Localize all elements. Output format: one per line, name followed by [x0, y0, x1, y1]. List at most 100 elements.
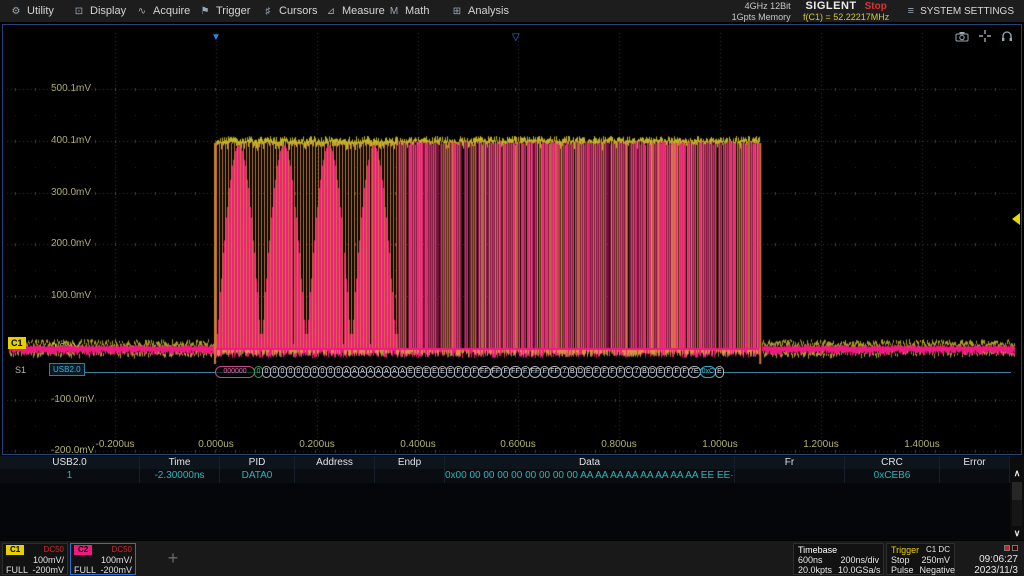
- timebase-title: Timebase: [798, 545, 837, 555]
- menu-item-math[interactable]: M Math: [388, 5, 451, 17]
- trigger-slope: Negative: [920, 565, 956, 575]
- clock-block: 09:06:27 2023/11/3: [957, 543, 1021, 575]
- menu-item-acquire[interactable]: ∿ Acquire: [136, 5, 199, 17]
- decode-protocol-tag[interactable]: USB2.0: [49, 363, 85, 376]
- waveform-display[interactable]: 500.1mV400.1mV300.0mV200.0mV100.0mV0.0mV…: [2, 24, 1022, 455]
- channel-id-badge: C2: [74, 545, 92, 555]
- menu-item-utility[interactable]: ⚙ Utility: [10, 5, 73, 17]
- scroll-down-button[interactable]: ∨: [1010, 526, 1024, 540]
- brand-logo: SIGLENT: [805, 1, 856, 12]
- scrollbar-thumb[interactable]: [1012, 482, 1022, 500]
- table-cell: [940, 469, 1010, 483]
- menu-item-label: Utility: [27, 5, 54, 17]
- trigger-status: Stop: [891, 555, 910, 565]
- settings-list-icon: ≡: [908, 5, 914, 17]
- table-header-cell: CRC: [845, 456, 940, 469]
- menu-item-label: Cursors: [279, 5, 318, 17]
- delay-marker[interactable]: ▽: [512, 33, 520, 43]
- trigger-icon: ⚑: [199, 6, 211, 17]
- trigger-level-arrow[interactable]: [1012, 213, 1020, 225]
- channel-bandwidth: FULL: [74, 565, 96, 575]
- timebase-samplerate: 10.0GSa/s: [838, 565, 881, 575]
- table-cell: -2.30000ns: [140, 469, 220, 483]
- menu-item-label: Acquire: [153, 5, 190, 17]
- header-right: 4GHz 12Bit 1Gpts Memory SIGLENT Stop f(C…: [732, 0, 1024, 22]
- channel-offset: -200mV: [100, 565, 132, 575]
- channel-coupling: DC50: [112, 545, 132, 555]
- run-state-badge[interactable]: Stop: [865, 1, 887, 12]
- table-header-cell: Address: [295, 456, 375, 469]
- table-header-cell: PID: [220, 456, 295, 469]
- menu-item-display[interactable]: ⊡Display: [73, 5, 136, 17]
- math-icon: M: [388, 6, 400, 17]
- table-cell: 0xCEB6: [845, 469, 940, 483]
- menu-item-label: Trigger: [216, 5, 250, 17]
- table-scrollbar[interactable]: ∧ ∨: [1010, 456, 1024, 540]
- camera-icon[interactable]: [955, 31, 969, 42]
- plot-toolbar: [955, 30, 1013, 42]
- crosshair-icon[interactable]: [979, 30, 991, 42]
- clock-time: 09:06:27: [957, 554, 1018, 565]
- menu-item-label: Measure: [342, 5, 385, 17]
- scrollbar-track[interactable]: [1012, 482, 1022, 526]
- spec-memory: 1Gpts Memory: [732, 12, 791, 23]
- oscilloscope-screen: ⚙ Utility ⊡Display∿ Acquire ⚑ Trigger ♯ Cursors…: [0, 0, 1024, 576]
- table-row[interactable]: 1-2.30000nsDATA0 0x00 00 00 00 00 00 00 0…: [0, 469, 1010, 483]
- menu-items: ⚙ Utility ⊡Display∿ Acquire ⚑ Trigger ♯ Cursors…: [0, 5, 514, 17]
- network-status-icon[interactable]: [1002, 543, 1018, 551]
- timebase-box[interactable]: Timebase 600ns 200ns/div 20.0kpts 10.0GS…: [793, 543, 884, 575]
- table-header-cell: Error: [940, 456, 1010, 469]
- trigger-position-marker[interactable]: ▼: [211, 33, 221, 43]
- decode-bubbles-row: 00000000000000000AAAAAAAAEEEEEEFFFFFFFFF…: [216, 366, 724, 378]
- status-bar: C1DC50100mV/FULL-200mVC2DC50100mV/FULL-2…: [0, 540, 1024, 576]
- headphone-icon[interactable]: [1001, 30, 1013, 42]
- table-cell: [735, 469, 845, 483]
- spec-bandwidth: 4GHz 12Bit: [732, 1, 791, 12]
- acquire-icon: ∿: [136, 6, 148, 17]
- table-cell: [295, 469, 375, 483]
- serial-decode-label: S1: [15, 365, 26, 375]
- scroll-up-button[interactable]: ∧: [1010, 466, 1024, 480]
- timebase-delay: 600ns: [798, 555, 823, 565]
- table-header-cell: Endp: [375, 456, 445, 469]
- decode-bubble: FF: [548, 366, 561, 378]
- timebase-scale: 200ns/div: [840, 555, 879, 565]
- channel-offset: -200mV: [32, 565, 64, 575]
- system-settings-label: SYSTEM SETTINGS: [920, 6, 1014, 17]
- channel-id-badge: C1: [6, 545, 24, 555]
- menu-item-label: Analysis: [468, 5, 509, 17]
- measure-icon: ⊿: [325, 6, 337, 17]
- table-header-row: USB2.0TimePIDAddressEndpDataFrCRCError: [0, 456, 1010, 469]
- display-icon: ⊡: [73, 6, 85, 17]
- channel1-offset-badge[interactable]: C1: [8, 337, 26, 349]
- table-header-cell: Time: [140, 456, 220, 469]
- menu-item-cursors[interactable]: ♯ Cursors: [262, 5, 325, 17]
- table-header-cell: USB2.0: [0, 456, 140, 469]
- table-cell: 1: [0, 469, 140, 483]
- trigger-level: 250mV: [921, 555, 950, 565]
- cursors-icon: ♯: [262, 6, 274, 17]
- menu-item-label: Math: [405, 5, 429, 17]
- menu-item-trigger[interactable]: ⚑ Trigger: [199, 5, 262, 17]
- brand-block: SIGLENT Stop f(C1) = 52.22217MHz: [799, 0, 894, 22]
- decode-bubble: 7E: [688, 366, 701, 378]
- decode-bubble: 000000: [215, 366, 255, 378]
- table-cell: DATA0: [220, 469, 295, 483]
- frequency-counter: f(C1) = 52.22217MHz: [799, 12, 894, 23]
- channel-coupling: DC50: [44, 545, 64, 555]
- trigger-box[interactable]: Trigger C1 DC Stop 250mV Pulse Negative: [886, 543, 955, 575]
- decode-result-table[interactable]: USB2.0TimePIDAddressEndpDataFrCRCError1-…: [0, 456, 1010, 540]
- table-cell: 0x00 00 00 00 00 00 00 00 00 AA AA AA AA…: [445, 469, 735, 483]
- channel-scale: 100mV/: [101, 555, 132, 565]
- table-header-cell: Data: [445, 456, 735, 469]
- channel-box-c2[interactable]: C2 DC50100mV/FULL -200mV: [70, 543, 136, 575]
- menu-bar: ⚙ Utility ⊡Display∿ Acquire ⚑ Trigger ♯ Cursors…: [0, 0, 1024, 23]
- trigger-source: C1 DC: [926, 545, 950, 555]
- menu-item-analysis[interactable]: ⊞Analysis: [451, 5, 514, 17]
- add-channel-button[interactable]: +: [155, 547, 191, 571]
- menu-item-measure[interactable]: ⊿ Measure: [325, 5, 388, 17]
- system-settings-button[interactable]: ≡ SYSTEM SETTINGS: [894, 0, 1024, 22]
- utility-icon: ⚙: [10, 6, 22, 17]
- decode-bubble: FF: [478, 366, 491, 378]
- channel-box-c1[interactable]: C1DC50100mV/FULL-200mV: [2, 543, 68, 575]
